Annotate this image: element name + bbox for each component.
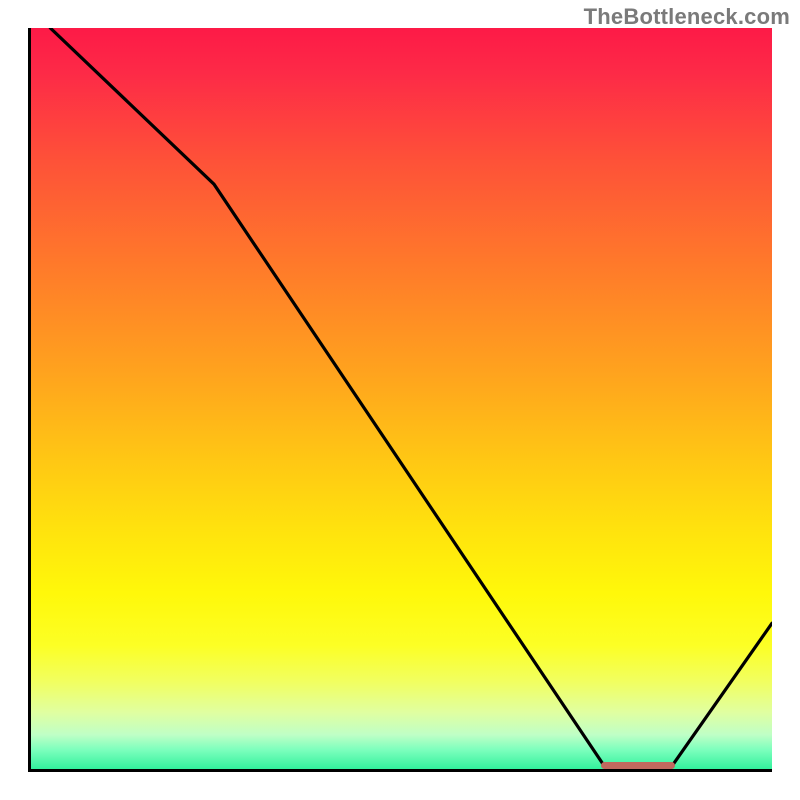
chart-line (28, 28, 772, 772)
chart-line-path (50, 28, 772, 772)
chart-plot-area (28, 28, 772, 772)
chart-trough-marker (601, 762, 675, 769)
attribution-label: TheBottleneck.com (584, 4, 790, 30)
